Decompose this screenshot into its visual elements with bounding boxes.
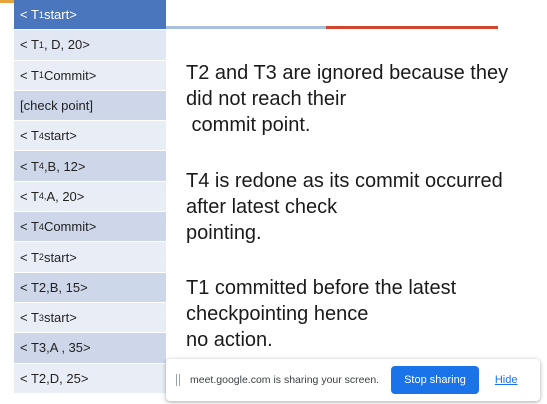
log-row: < T2,B, 15>: [14, 272, 166, 303]
log-row: < T3,A , 35>: [14, 333, 166, 364]
note-redone-transaction: T4 is redone as its commit occurred afte…: [186, 168, 503, 246]
note-line: commit point.: [186, 114, 311, 136]
drag-handle-icon[interactable]: [176, 374, 180, 386]
log-row: < T4 start>: [14, 121, 166, 152]
note-line: T4 is redone as its commit occurred: [186, 170, 503, 192]
note-no-action: T1 committed before the latest checkpoin…: [186, 275, 456, 353]
log-row: < T2 start>: [14, 242, 166, 273]
accent-line-blue: [166, 26, 326, 29]
note-line: no action.: [186, 329, 273, 351]
log-row: < T4 Commit>: [14, 212, 166, 243]
log-row: < T1 Commit>: [14, 60, 166, 91]
log-row: < T1 start>: [14, 0, 166, 31]
screen-share-bar: meet.google.com is sharing your screen. …: [166, 359, 540, 401]
note-line: T2 and T3 are ignored because they: [186, 62, 509, 84]
log-row: < T3 start>: [14, 302, 166, 334]
note-line: did not reach their: [186, 88, 347, 110]
log-row: < T2,D, 25>: [14, 363, 166, 394]
log-row: < T 4 ,B, 12>: [14, 151, 166, 182]
note-line: checkpointing hence: [186, 303, 369, 325]
note-line: pointing.: [186, 222, 262, 244]
log-row: < T 4, A, 20>: [14, 181, 166, 213]
log-table: < T1 start> < T1, D, 20> < T1 Commit> [c…: [14, 0, 166, 394]
log-row: [check point]: [14, 90, 166, 122]
stop-sharing-button[interactable]: Stop sharing: [391, 366, 479, 394]
note-line: T1 committed before the latest: [186, 277, 457, 299]
log-row: < T1, D, 20>: [14, 30, 166, 61]
share-message: meet.google.com is sharing your screen.: [190, 374, 380, 386]
note-line: after latest check: [186, 196, 338, 218]
accent-line-red: [326, 26, 498, 29]
note-ignored-transactions: T2 and T3 are ignored because they did n…: [186, 60, 508, 138]
accent-line-orange: [0, 0, 14, 3]
hide-link[interactable]: Hide: [495, 374, 518, 386]
